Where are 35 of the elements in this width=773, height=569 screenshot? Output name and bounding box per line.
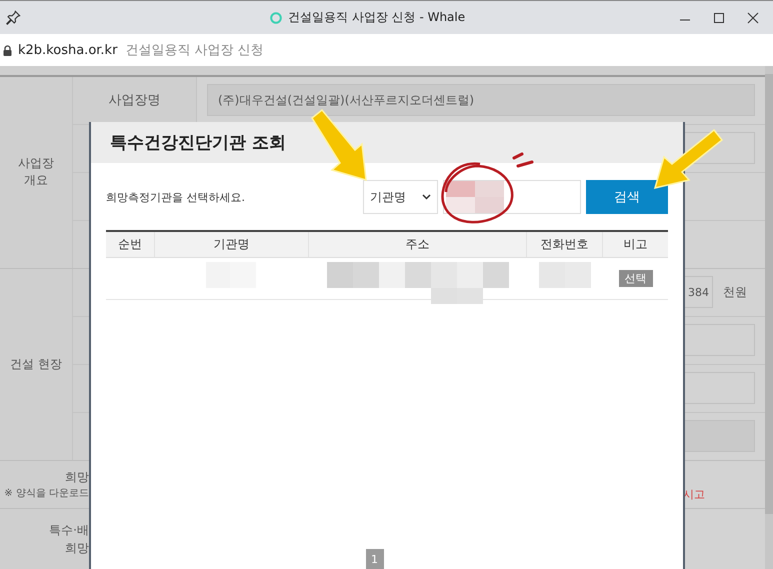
search-type-select[interactable]: 기관명 <box>363 180 438 214</box>
page-title: 건설일용직 사업장 신청 <box>125 42 264 59</box>
blurred-text <box>446 181 504 213</box>
column-header: 순번 <box>106 232 155 257</box>
blurred-text <box>539 262 591 288</box>
column-header: 기관명 <box>155 232 309 257</box>
url-domain: k2b.kosha.or.kr <box>18 42 118 58</box>
column-header: 전화번호 <box>527 232 603 257</box>
warning-text: 시고 <box>683 486 705 502</box>
row-label: 희망 <box>65 540 89 558</box>
chevron-down-icon <box>422 194 431 200</box>
section-label: 사업장 개요 <box>17 155 55 190</box>
row-label: 희망 <box>65 469 89 486</box>
row-label: 특수·배 <box>49 522 89 540</box>
lock-icon <box>3 44 12 56</box>
close-icon[interactable] <box>747 12 759 24</box>
address-bar[interactable]: k2b.kosha.or.kr 건설일용직 사업장 신청 <box>0 34 773 66</box>
column-header: 비고 <box>622 236 648 253</box>
search-field[interactable] <box>443 180 581 214</box>
maximize-icon[interactable] <box>713 12 725 24</box>
column-header: 주소 <box>309 232 527 257</box>
field-label: 사업장명 <box>108 92 160 110</box>
loading-ring-icon <box>270 12 282 24</box>
instruction-text: 희망측정기관을 선택하세요. <box>106 190 245 204</box>
readonly-field: (주)대우건설(건설일괄)(서산푸르지오더센트럴) <box>207 84 755 116</box>
modal-title: 특수건강진단기관 조회 <box>110 132 286 154</box>
window-title: 건설일용직 사업장 신청 - Whale <box>288 9 466 26</box>
note-text: ※ 양식을 다운로드 <box>4 487 89 500</box>
search-button[interactable]: 검색 <box>586 180 668 214</box>
select-button[interactable]: 선택 <box>618 270 652 287</box>
section-label: 건설 현장 <box>9 356 63 373</box>
unit-label: 천원 <box>723 284 747 301</box>
annotation-arrow <box>654 128 724 190</box>
page-button[interactable]: 1 <box>366 549 384 569</box>
pin-icon[interactable] <box>6 10 21 25</box>
